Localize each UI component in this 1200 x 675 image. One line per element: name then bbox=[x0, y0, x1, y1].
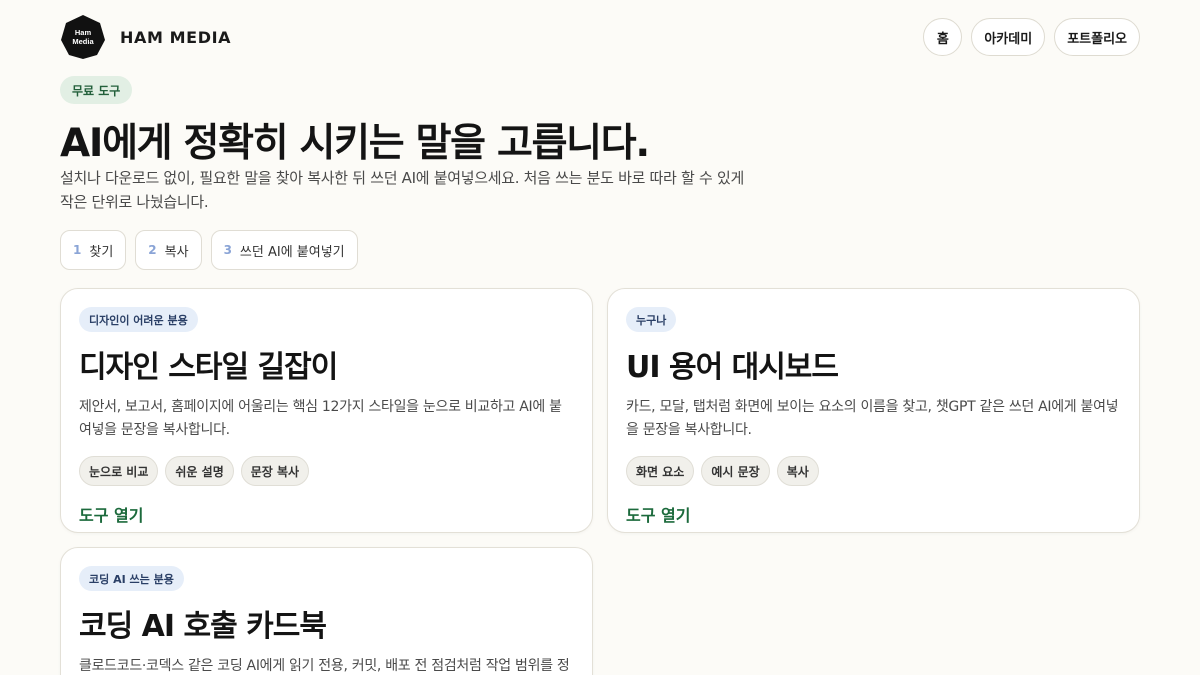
nav-portfolio-button[interactable]: 포트폴리오 bbox=[1054, 18, 1140, 56]
ham-media-logo[interactable]: Ham Media bbox=[60, 14, 106, 60]
card-chips: 화면 요소 예시 문장 복사 bbox=[626, 456, 1121, 486]
step-number: 3 bbox=[223, 243, 232, 257]
card-chips: 눈으로 비교 쉬운 설명 문장 복사 bbox=[79, 456, 574, 486]
step-paste: 3 쓰던 AI에 붙여넣기 bbox=[210, 230, 358, 270]
svg-text:Ham: Ham bbox=[75, 28, 92, 37]
card-title: UI 용어 대시보드 bbox=[626, 350, 839, 385]
step-label: 복사 bbox=[164, 244, 189, 260]
nav-home-button[interactable]: 홈 bbox=[923, 18, 963, 56]
step-number: 1 bbox=[73, 243, 82, 257]
card-title: 코딩 AI 호출 카드북 bbox=[79, 609, 327, 644]
chip: 눈으로 비교 bbox=[79, 456, 159, 486]
card-description: 카드, 모달, 탭처럼 화면에 보이는 요소의 이름을 찾고, 챗GPT 같은 … bbox=[626, 399, 1119, 438]
step-find: 1 찾기 bbox=[60, 230, 127, 270]
card-title: 디자인 스타일 길잡이 bbox=[79, 350, 338, 385]
chip: 쉬운 설명 bbox=[165, 456, 234, 486]
brand-name: HAM MEDIA bbox=[120, 27, 232, 47]
chip: 복사 bbox=[776, 456, 819, 486]
open-tool-link[interactable]: 도구 열기 bbox=[79, 502, 143, 526]
top-nav: 홈 아카데미 포트폴리오 bbox=[923, 18, 1140, 56]
nav-academy-button[interactable]: 아카데미 bbox=[971, 18, 1046, 56]
steps-list: 1 찾기 2 복사 3 쓰던 AI에 붙여넣기 bbox=[60, 230, 358, 270]
card-tag: 코딩 AI 쓰는 분용 bbox=[79, 566, 184, 591]
step-label: 찾기 bbox=[89, 244, 114, 260]
tool-card-ui-terms[interactable]: 누구나 UI 용어 대시보드 카드, 모달, 탭처럼 화면에 보이는 요소의 이… bbox=[607, 288, 1140, 533]
chip: 문장 복사 bbox=[240, 456, 310, 486]
chip: 예시 문장 bbox=[701, 456, 770, 486]
step-label: 쓰던 AI에 붙여넣기 bbox=[239, 244, 345, 260]
card-tag: 디자인이 어려운 분용 bbox=[79, 307, 198, 332]
tool-card-design-style[interactable]: 디자인이 어려운 분용 디자인 스타일 길잡이 제안서, 보고서, 홈페이지에 … bbox=[60, 288, 593, 533]
step-number: 2 bbox=[148, 243, 157, 257]
card-description: 클로드코드·코덱스 같은 코딩 AI에게 읽기 전용, 커밋, 배포 전 점검처… bbox=[79, 658, 570, 674]
svg-text:Media: Media bbox=[72, 37, 94, 46]
chip: 화면 요소 bbox=[626, 456, 695, 486]
brand[interactable]: Ham Media HAM MEDIA bbox=[60, 14, 231, 60]
page-title: AI에게 정확히 시키는 말을 고릅니다. bbox=[60, 121, 650, 166]
free-tool-badge: 무료 도구 bbox=[60, 76, 133, 104]
step-copy: 2 복사 bbox=[135, 230, 202, 270]
logo-badge-icon: Ham Media bbox=[61, 15, 105, 59]
card-description: 제안서, 보고서, 홈페이지에 어울리는 핵심 12가지 스타일을 눈으로 비교… bbox=[79, 399, 562, 438]
card-tag: 누구나 bbox=[626, 307, 677, 332]
tool-card-coding-ai[interactable]: 코딩 AI 쓰는 분용 코딩 AI 호출 카드북 클로드코드·코덱스 같은 코딩… bbox=[60, 547, 593, 675]
page-description: 설치나 다운로드 없이, 필요한 말을 찾아 복사한 뒤 쓰던 AI에 붙여넣으… bbox=[60, 169, 744, 211]
open-tool-link[interactable]: 도구 열기 bbox=[626, 502, 690, 526]
site-header: Ham Media HAM MEDIA 홈 아카데미 포트폴리오 bbox=[60, 14, 1140, 60]
